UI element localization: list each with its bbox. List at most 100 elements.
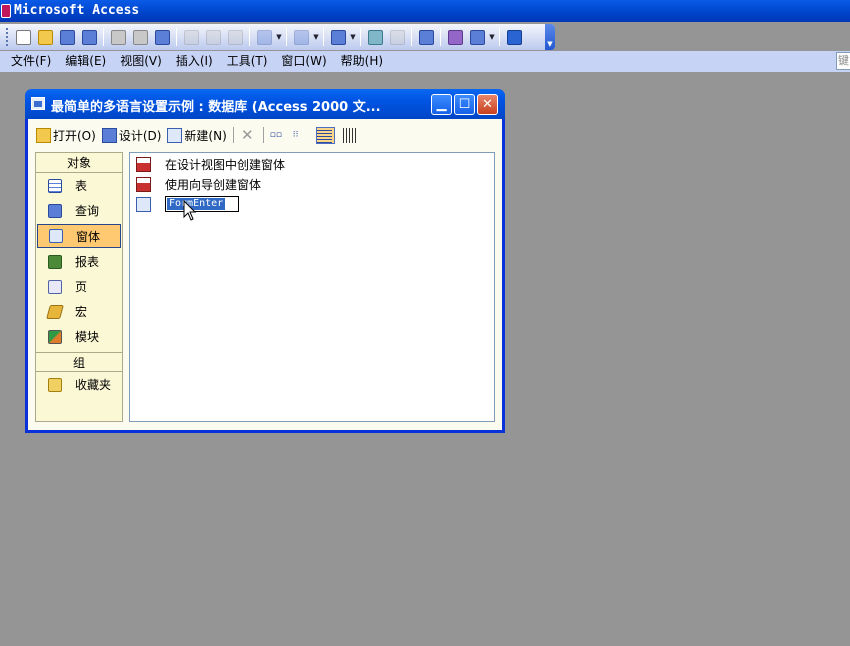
object-type-page[interactable]: 页 xyxy=(36,274,122,299)
object-type-label: 表 xyxy=(75,179,88,193)
list-view-icon xyxy=(316,127,332,143)
analyze-icon xyxy=(330,29,346,45)
undo-dropdown-arrow[interactable]: ▼ xyxy=(275,33,283,41)
print-preview-button[interactable] xyxy=(129,26,151,48)
database-window-title-bar[interactable]: 最简单的多语言设置示例 : 数据库 (Access 2000 文... ▁ ☐ … xyxy=(25,89,505,119)
object-type-table[interactable]: 表 xyxy=(36,173,122,198)
help-icon xyxy=(506,29,522,45)
toolbar-separator xyxy=(411,28,412,46)
toolbar-separator xyxy=(249,28,250,46)
toolbar-separator xyxy=(440,28,441,46)
toolbar-grip[interactable] xyxy=(6,28,9,46)
details-view-button[interactable] xyxy=(340,127,358,143)
open-button[interactable] xyxy=(34,26,56,48)
small-icons-icon: ⁝⁝ xyxy=(292,129,299,140)
object-type-form[interactable]: 窗体 xyxy=(37,224,121,248)
analyze-dropdown-arrow[interactable]: ▼ xyxy=(349,33,357,41)
design-object-button[interactable]: 设计(D) xyxy=(101,127,161,144)
open-object-icon xyxy=(36,127,51,143)
toolbar-separator xyxy=(360,28,361,46)
undo-button[interactable] xyxy=(253,26,275,48)
copy-button[interactable] xyxy=(202,26,224,48)
minimize-icon: ▁ xyxy=(436,97,447,112)
toolbar-separator xyxy=(323,28,324,46)
standard-toolbar: ▼ ▼ ▼ ▼ ▼ xyxy=(0,24,555,50)
menu-window[interactable]: 窗口(W) xyxy=(274,51,333,72)
delete-icon: ✕ xyxy=(240,125,254,144)
new-object-dropdown-arrow[interactable]: ▼ xyxy=(488,33,496,41)
open-object-button[interactable]: 打开(O) xyxy=(36,127,96,144)
list-view-button[interactable] xyxy=(315,126,335,144)
maximize-icon: ☐ xyxy=(458,97,471,112)
menu-tools[interactable]: 工具(T) xyxy=(220,51,275,72)
script-editor-button[interactable] xyxy=(386,26,408,48)
toolbar-separator xyxy=(176,28,177,46)
new-object-button[interactable] xyxy=(466,26,488,48)
object-type-macro[interactable]: 宏 xyxy=(36,299,122,324)
database-window: 最简单的多语言设置示例 : 数据库 (Access 2000 文... ▁ ☐ … xyxy=(25,89,505,433)
object-type-label: 模块 xyxy=(75,330,100,344)
maximize-button[interactable]: ☐ xyxy=(454,94,475,115)
properties-button[interactable] xyxy=(415,26,437,48)
script-editor-icon xyxy=(389,29,405,45)
small-icons-button[interactable]: ⁝⁝ xyxy=(293,128,310,143)
analyze-button[interactable] xyxy=(327,26,349,48)
object-type-query[interactable]: 查询 xyxy=(36,198,122,223)
access-app-icon xyxy=(1,4,11,18)
office-links-dropdown-arrow[interactable]: ▼ xyxy=(312,33,320,41)
form-icon xyxy=(49,229,63,243)
query-icon xyxy=(48,203,62,218)
properties-icon xyxy=(418,29,434,45)
close-button[interactable]: ✕ xyxy=(477,94,498,115)
save-button[interactable] xyxy=(56,26,78,48)
new-form-icon xyxy=(167,127,183,143)
list-item-create-with-wizard[interactable]: 使用向导创建窗体 xyxy=(136,175,261,193)
delete-button[interactable]: ✕ xyxy=(240,125,257,144)
open-object-label: 打开(O) xyxy=(53,128,96,143)
office-links-button[interactable] xyxy=(290,26,312,48)
menu-edit[interactable]: 编辑(E) xyxy=(58,51,113,72)
menu-view[interactable]: 视图(V) xyxy=(113,51,169,72)
menu-help[interactable]: 帮助(H) xyxy=(334,51,390,72)
large-icons-button[interactable]: ▫▫ xyxy=(270,128,287,143)
rename-input[interactable]: FormEnter xyxy=(165,196,240,212)
relationships-icon xyxy=(447,29,463,45)
menu-insert[interactable]: 插入(I) xyxy=(169,51,220,72)
print-preview-icon xyxy=(132,29,148,45)
toolbar-options-chevron-icon[interactable]: ▼ xyxy=(545,24,555,50)
paste-button[interactable] xyxy=(224,26,246,48)
form-icon xyxy=(136,196,151,212)
menu-file[interactable]: 文件(F) xyxy=(4,51,58,72)
help-button[interactable] xyxy=(503,26,525,48)
new-button[interactable] xyxy=(12,26,34,48)
toolbar-separator xyxy=(499,28,500,46)
large-icons-icon: ▫▫ xyxy=(269,129,282,140)
new-object-db-button[interactable]: 新建(N) xyxy=(167,127,227,144)
ask-question-input[interactable]: 键 xyxy=(836,52,850,70)
objects-bar: 对象 表查询 窗体 报表页宏模块 组 收藏夹 xyxy=(35,152,123,422)
close-icon: ✕ xyxy=(482,97,493,112)
cut-button[interactable] xyxy=(180,26,202,48)
group-favorites[interactable]: 收藏夹 xyxy=(36,372,122,397)
list-item-create-in-design[interactable]: 在设计视图中创建窗体 xyxy=(136,155,285,173)
object-type-module[interactable]: 模块 xyxy=(36,324,122,349)
database-window-title: 最简单的多语言设置示例 : 数据库 (Access 2000 文... xyxy=(51,100,381,115)
spelling-icon xyxy=(154,29,170,45)
open-icon xyxy=(37,29,53,45)
minimize-button[interactable]: ▁ xyxy=(431,94,452,115)
relationships-button[interactable] xyxy=(444,26,466,48)
print-button[interactable] xyxy=(107,26,129,48)
code-button[interactable] xyxy=(364,26,386,48)
page-icon xyxy=(48,279,62,294)
new-icon xyxy=(15,29,31,45)
details-view-icon xyxy=(340,127,356,143)
object-type-report[interactable]: 报表 xyxy=(36,249,122,274)
mouse-cursor-icon xyxy=(183,200,197,221)
objects-header: 对象 xyxy=(36,153,122,173)
database-window-icon[interactable] xyxy=(31,97,45,110)
db-toolbar-separator xyxy=(262,127,264,143)
app-title-bar: Microsoft Access xyxy=(0,0,850,22)
cut-icon xyxy=(183,29,199,45)
spelling-button[interactable] xyxy=(151,26,173,48)
file-search-button[interactable] xyxy=(78,26,100,48)
